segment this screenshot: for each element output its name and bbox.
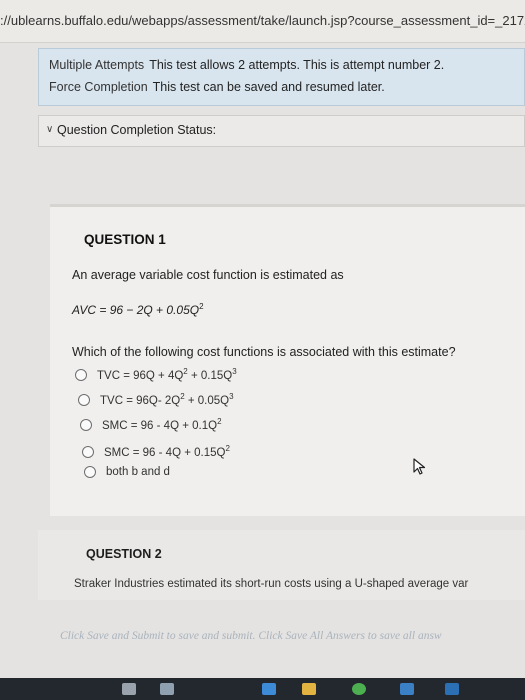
status-label: Question Completion Status: — [57, 123, 217, 137]
formula-exponent: 2 — [199, 302, 204, 311]
task-view-icon[interactable] — [122, 683, 136, 695]
question-2-title: QUESTION 2 — [86, 547, 162, 561]
force-completion-text: This test can be saved and resumed later… — [152, 80, 385, 94]
choice-a[interactable]: TVC = 96Q + 4Q2 + 0.15Q3 — [75, 367, 237, 382]
question-completion-status[interactable]: ∨ Question Completion Status: — [38, 115, 525, 147]
chevron-down-icon[interactable]: ∨ — [46, 124, 53, 135]
choice-b[interactable]: TVC = 96Q- 2Q2 + 0.05Q3 — [78, 392, 234, 407]
choice-d[interactable]: SMC = 96 - 4Q + 0.15Q2 — [82, 444, 230, 459]
choice-label: SMC = 96 - 4Q + 0.1Q2 — [102, 417, 222, 432]
store-icon[interactable] — [400, 683, 414, 695]
multiple-attempts-line: Multiple Attempts This test allows 2 atte… — [49, 58, 444, 72]
question-1-prompt: Which of the following cost functions is… — [72, 345, 456, 359]
test-info-box: Multiple Attempts This test allows 2 atte… — [38, 48, 525, 106]
choice-label: TVC = 96Q- 2Q2 + 0.05Q3 — [100, 392, 234, 407]
calculator-icon[interactable] — [160, 683, 174, 695]
force-completion-label: Force Completion — [49, 80, 148, 94]
address-bar[interactable]: ://ublearns.buffalo.edu/webapps/assessme… — [0, 0, 525, 43]
taskbar — [0, 678, 525, 700]
radio-button[interactable] — [78, 393, 90, 406]
choice-label: both b and d — [106, 466, 170, 478]
chrome-icon[interactable] — [352, 683, 366, 695]
multiple-attempts-text: This test allows 2 attempts. This is att… — [149, 58, 445, 72]
mail-icon[interactable] — [262, 683, 276, 695]
question-2-text: Straker Industries estimated its short-r… — [74, 578, 469, 590]
radio-button[interactable] — [84, 466, 96, 478]
url-text[interactable]: ://ublearns.buffalo.edu/webapps/assessme… — [0, 13, 525, 28]
question-1-panel: QUESTION 1 An average variable cost func… — [50, 204, 525, 516]
formula-base: AVC = 96 − 2Q + 0.05Q — [72, 303, 200, 317]
choice-label: TVC = 96Q + 4Q2 + 0.15Q3 — [97, 367, 237, 382]
edge-icon[interactable] — [445, 683, 459, 695]
radio-button[interactable] — [82, 445, 94, 458]
choice-c[interactable]: SMC = 96 - 4Q + 0.1Q2 — [80, 417, 222, 432]
question-2-panel: QUESTION 2 Straker Industries estimated … — [38, 530, 525, 600]
choice-label: SMC = 96 - 4Q + 0.15Q2 — [104, 444, 230, 459]
question-1-title: QUESTION 1 — [84, 232, 166, 247]
multiple-attempts-label: Multiple Attempts — [49, 58, 145, 72]
radio-button[interactable] — [75, 368, 87, 381]
question-1-intro: An average variable cost function is est… — [72, 268, 344, 282]
folder-icon[interactable] — [302, 683, 316, 695]
mouse-cursor-icon — [413, 458, 426, 475]
force-completion-line: Force Completion This test can be saved a… — [49, 80, 385, 94]
choice-e[interactable]: both b and d — [84, 466, 170, 478]
question-1-divider — [50, 204, 525, 207]
radio-button[interactable] — [80, 418, 92, 431]
save-instructions: Click Save and Submit to save and submit… — [60, 630, 442, 642]
question-1-formula: AVC = 96 − 2Q + 0.05Q2 — [72, 302, 204, 317]
